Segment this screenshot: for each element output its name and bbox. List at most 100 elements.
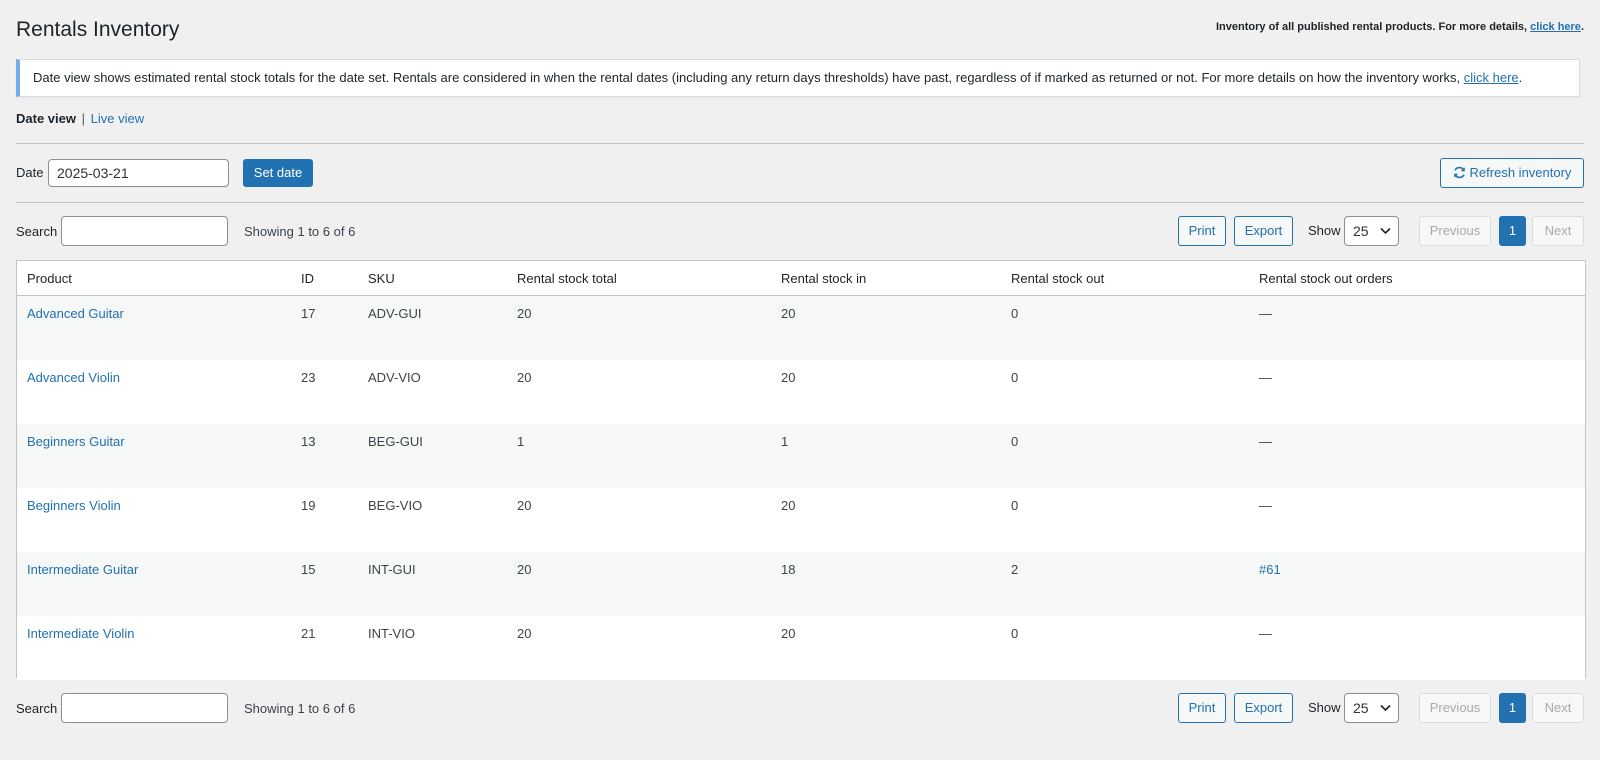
product-id: 13: [301, 433, 316, 449]
product-id: 21: [301, 625, 316, 641]
rental-stock-in: 20: [781, 625, 796, 641]
showing-count: Showing 1 to 6 of 6: [244, 224, 356, 239]
page-size-value: 25: [1353, 223, 1369, 239]
search-label: Search: [16, 224, 58, 239]
product-id: 19: [301, 497, 316, 513]
rental-stock-out: 0: [1011, 369, 1019, 385]
product-id: 23: [301, 369, 316, 385]
refresh-icon: [1453, 166, 1465, 179]
view-switcher: Date view | Live view: [16, 111, 144, 126]
page-size-select[interactable]: 25: [1344, 693, 1399, 723]
export-button[interactable]: Export: [1234, 693, 1293, 723]
date-input[interactable]: 2025-03-21: [48, 159, 229, 187]
table-row: Beginners Violin 19 BEG-VIO 20 20 0 —: [17, 487, 1585, 552]
rental-stock-out: 2: [1011, 561, 1019, 577]
rental-stock-out-orders: —: [1259, 497, 1272, 513]
search-input[interactable]: [61, 693, 228, 723]
inventory-note-link[interactable]: click here: [1530, 21, 1581, 33]
page-size-select[interactable]: 25: [1344, 216, 1399, 246]
order-link[interactable]: #61: [1259, 562, 1281, 577]
divider: [16, 143, 1584, 144]
page-1-button[interactable]: 1: [1499, 216, 1526, 246]
chevron-down-icon: [1380, 704, 1391, 712]
table-row: Intermediate Violin 21 INT-VIO 20 20 0 —: [17, 615, 1585, 680]
rental-stock-total: 20: [517, 497, 532, 513]
show-label: Show: [1308, 700, 1341, 715]
previous-page-button[interactable]: Previous: [1419, 216, 1491, 246]
set-date-button[interactable]: Set date: [243, 159, 313, 187]
table-header-row: Product ID SKU Rental stock total Rental…: [17, 261, 1585, 296]
search-label: Search: [16, 701, 58, 716]
page-title: Rentals Inventory: [16, 18, 180, 41]
product-link[interactable]: Intermediate Violin: [27, 626, 134, 641]
search-input[interactable]: [61, 216, 228, 246]
inventory-note-text: Inventory of all published rental produc…: [1216, 21, 1531, 33]
product-sku: BEG-VIO: [368, 497, 423, 513]
product-link[interactable]: Advanced Guitar: [27, 306, 124, 321]
date-view-current: Date view: [16, 111, 76, 126]
rental-stock-in: 18: [781, 561, 796, 577]
live-view-link[interactable]: Live view: [91, 111, 144, 126]
table-controls-bottom: Search Showing 1 to 6 of 6 Print Export …: [0, 693, 1600, 723]
chevron-down-icon: [1380, 227, 1391, 235]
product-sku: ADV-VIO: [368, 369, 421, 385]
page-1-button[interactable]: 1: [1499, 693, 1526, 723]
divider: [16, 202, 1584, 203]
rental-stock-in: 20: [781, 306, 796, 321]
rental-stock-in: 1: [781, 433, 789, 449]
table-row: Intermediate Guitar 15 INT-GUI 20 18 2 #…: [17, 551, 1585, 616]
product-sku: INT-GUI: [368, 561, 416, 577]
rental-stock-total: 20: [517, 306, 532, 321]
column-header-rental-stock-out-orders[interactable]: Rental stock out orders: [1249, 261, 1585, 296]
inventory-note: Inventory of all published rental produc…: [1216, 21, 1584, 33]
refresh-inventory-button[interactable]: Refresh inventory: [1440, 158, 1584, 188]
rental-stock-out: 0: [1011, 625, 1019, 641]
column-header-rental-stock-in[interactable]: Rental stock in: [771, 261, 1001, 296]
inventory-note-end: .: [1580, 21, 1584, 33]
rental-stock-total: 1: [517, 433, 525, 449]
date-label: Date: [16, 165, 44, 180]
next-page-button[interactable]: Next: [1532, 216, 1584, 246]
product-id: 15: [301, 561, 316, 577]
product-link[interactable]: Beginners Guitar: [27, 434, 125, 449]
export-button[interactable]: Export: [1234, 216, 1293, 246]
previous-page-button[interactable]: Previous: [1419, 693, 1491, 723]
show-label: Show: [1308, 223, 1341, 238]
view-separator: |: [81, 111, 85, 126]
product-sku: INT-VIO: [368, 625, 415, 641]
print-button[interactable]: Print: [1178, 216, 1226, 246]
print-button[interactable]: Print: [1178, 693, 1226, 723]
column-header-id[interactable]: ID: [291, 261, 358, 296]
column-header-rental-stock-total[interactable]: Rental stock total: [507, 261, 771, 296]
rental-stock-out-orders: —: [1259, 625, 1272, 641]
product-sku: BEG-GUI: [368, 433, 423, 449]
rental-stock-out-orders: —: [1259, 369, 1272, 385]
rental-stock-out-orders: —: [1259, 306, 1272, 321]
rental-stock-in: 20: [781, 369, 796, 385]
rental-stock-total: 20: [517, 369, 532, 385]
column-header-rental-stock-out[interactable]: Rental stock out: [1001, 261, 1249, 296]
column-header-sku[interactable]: SKU: [358, 261, 507, 296]
notice-end: .: [1518, 70, 1523, 85]
rental-stock-out: 0: [1011, 497, 1019, 513]
inventory-table: Product ID SKU Rental stock total Rental…: [16, 260, 1586, 680]
rental-stock-total: 20: [517, 561, 532, 577]
next-page-button[interactable]: Next: [1532, 693, 1584, 723]
product-link[interactable]: Advanced Violin: [27, 370, 120, 385]
refresh-label: Refresh inventory: [1469, 165, 1572, 180]
table-row: Advanced Violin 23 ADV-VIO 20 20 0 —: [17, 359, 1585, 424]
showing-count: Showing 1 to 6 of 6: [244, 701, 356, 716]
notice-text: Date view shows estimated rental stock t…: [33, 70, 1464, 85]
product-link[interactable]: Beginners Violin: [27, 498, 121, 513]
notice-link[interactable]: click here: [1464, 70, 1519, 85]
rental-stock-in: 20: [781, 497, 796, 513]
table-row: Advanced Guitar 17 ADV-GUI 20 20 0 —: [17, 295, 1585, 360]
table-row: Beginners Guitar 13 BEG-GUI 1 1 0 —: [17, 423, 1585, 488]
date-view-notice: Date view shows estimated rental stock t…: [16, 59, 1580, 97]
page-size-value: 25: [1353, 700, 1369, 716]
rental-stock-out: 0: [1011, 306, 1019, 321]
column-header-product[interactable]: Product: [17, 261, 291, 296]
table-controls-top: Search Showing 1 to 6 of 6 Print Export …: [0, 216, 1600, 246]
rental-stock-total: 20: [517, 625, 532, 641]
product-link[interactable]: Intermediate Guitar: [27, 562, 138, 577]
